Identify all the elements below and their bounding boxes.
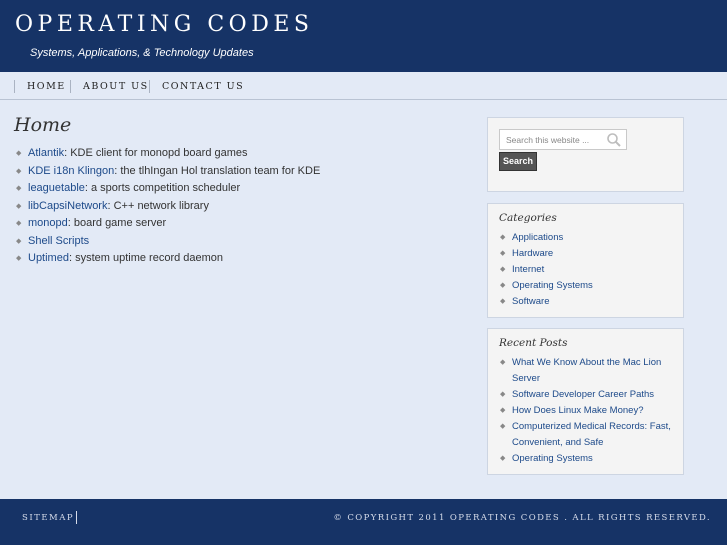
categories-list: ◆ Applications ◆ Hardware ◆ Internet ◆ Opera…	[500, 230, 593, 310]
search-button[interactable]: Search	[499, 152, 537, 171]
bullet-icon: ◆	[16, 185, 22, 192]
list-item: ◆ Hardware	[500, 246, 593, 262]
bullet-icon: ◆	[16, 167, 22, 175]
bullet-icon: ◆	[500, 407, 506, 414]
list-item: ◆ Operating Systems	[500, 278, 593, 294]
list-item-description: : board game server	[67, 217, 167, 229]
category-link-operating-systems[interactable]: Operating Systems	[512, 280, 593, 291]
page-title: Home	[14, 114, 72, 136]
project-link-libcapsinetwork[interactable]: libCapsiNetwork	[28, 200, 107, 212]
bullet-icon: ◆	[16, 255, 22, 262]
site-header: OPERATING CODES Systems, Applications, &…	[0, 0, 727, 72]
list-item-description: : the tlhIngan Hol translation team for …	[114, 164, 321, 177]
list-item: ◆ monopd: board game server	[16, 215, 320, 233]
category-link-software[interactable]: Software	[512, 296, 550, 307]
recent-post-link[interactable]: How Does Linux Make Money?	[512, 403, 643, 419]
footer-divider	[76, 511, 77, 524]
category-link-applications[interactable]: Applications	[512, 232, 563, 243]
list-item-description: : KDE client for monopd board games	[64, 147, 248, 159]
project-link-shell-scripts[interactable]: Shell Scripts	[28, 235, 89, 247]
bullet-icon: ◆	[500, 250, 506, 257]
bullet-icon: ◆	[16, 202, 22, 210]
list-item-description: : system uptime record daemon	[68, 252, 224, 264]
recent-posts-widget: Recent Posts ◆ What We Know About the Mac…	[487, 328, 684, 475]
nav-item-contact-us[interactable]: CONTACT US	[149, 80, 244, 93]
project-link-monopd[interactable]: monopd	[28, 217, 68, 229]
project-link-kde-klingon[interactable]: KDE i18n Klingon	[28, 165, 114, 177]
recent-post-link[interactable]: What We Know About the Mac Lion Server	[512, 355, 675, 387]
list-item: ◆ KDE i18n Klingon: the tlhIngan Hol tran…	[16, 163, 320, 181]
bullet-icon: ◆	[500, 282, 506, 289]
search-icon[interactable]	[606, 132, 622, 148]
list-item: ◆ Computerized Medical Records: Fast, Con…	[500, 419, 675, 451]
sitemap-link[interactable]: SITEMAP	[22, 513, 74, 523]
bullet-icon: ◆	[500, 423, 506, 430]
bullet-icon: ◆	[500, 298, 506, 305]
bullet-icon: ◆	[500, 359, 506, 366]
search-box	[499, 129, 627, 150]
site-footer: SITEMAP © COPYRIGHT 2011 OPERATING CODES…	[0, 499, 727, 545]
list-item: ◆ leaguetable: a sports competition sched…	[16, 180, 320, 198]
categories-widget: Categories ◆ Applications ◆ Hardware ◆ Inte…	[487, 203, 684, 318]
list-item: ◆ Atlantik: KDE client for monopd board g…	[16, 145, 320, 163]
list-item: ◆ Operating Systems	[500, 451, 675, 467]
project-link-atlantik[interactable]: Atlantik	[28, 147, 64, 159]
list-item: ◆ What We Know About the Mac Lion Server	[500, 355, 675, 387]
list-item: ◆ How Does Linux Make Money?	[500, 403, 675, 419]
bullet-icon: ◆	[500, 391, 506, 398]
project-list: ◆ Atlantik: KDE client for monopd board g…	[16, 145, 320, 268]
list-item: ◆ Internet	[500, 262, 593, 278]
bullet-icon: ◆	[500, 455, 506, 462]
bullet-icon: ◆	[16, 237, 22, 245]
bullet-icon: ◆	[16, 150, 22, 157]
copyright-text: © COPYRIGHT 2011 OPERATING CODES . ALL R…	[333, 513, 711, 523]
list-item: ◆ Software Developer Career Paths	[500, 387, 675, 403]
site-description: Systems, Applications, & Technology Upda…	[30, 47, 254, 59]
recent-post-link[interactable]: Computerized Medical Records: Fast, Conv…	[512, 419, 675, 451]
search-widget: Search	[487, 117, 684, 192]
category-link-hardware[interactable]: Hardware	[512, 248, 553, 259]
list-item: ◆ libCapsiNetwork: C++ network library	[16, 198, 320, 216]
list-item: ◆ Software	[500, 294, 593, 310]
list-item-description: : a sports competition scheduler	[84, 182, 241, 194]
bullet-icon: ◆	[500, 266, 506, 273]
site-title[interactable]: OPERATING CODES	[15, 12, 313, 37]
recent-post-link[interactable]: Software Developer Career Paths	[512, 387, 654, 403]
list-item: ◆ Uptimed: system uptime record daemon	[16, 250, 320, 268]
nav-item-about-us[interactable]: ABOUT US	[70, 80, 149, 93]
project-link-leaguetable[interactable]: leaguetable	[28, 182, 85, 194]
recent-posts-list: ◆ What We Know About the Mac Lion Server …	[500, 355, 675, 467]
list-item-description: : C++ network library	[107, 199, 209, 212]
bullet-icon: ◆	[500, 234, 506, 241]
list-item: ◆ Applications	[500, 230, 593, 246]
recent-post-link[interactable]: Operating Systems	[512, 451, 593, 467]
search-input[interactable]	[500, 130, 606, 149]
recent-posts-title: Recent Posts	[499, 337, 568, 349]
list-item: ◆ Shell Scripts	[16, 233, 320, 251]
category-link-internet[interactable]: Internet	[512, 264, 544, 275]
categories-title: Categories	[499, 212, 557, 224]
main-nav: HOME ABOUT US CONTACT US	[0, 72, 727, 100]
bullet-icon: ◆	[16, 220, 22, 227]
nav-item-home[interactable]: HOME	[14, 80, 66, 93]
project-link-uptimed[interactable]: Uptimed	[28, 252, 69, 264]
